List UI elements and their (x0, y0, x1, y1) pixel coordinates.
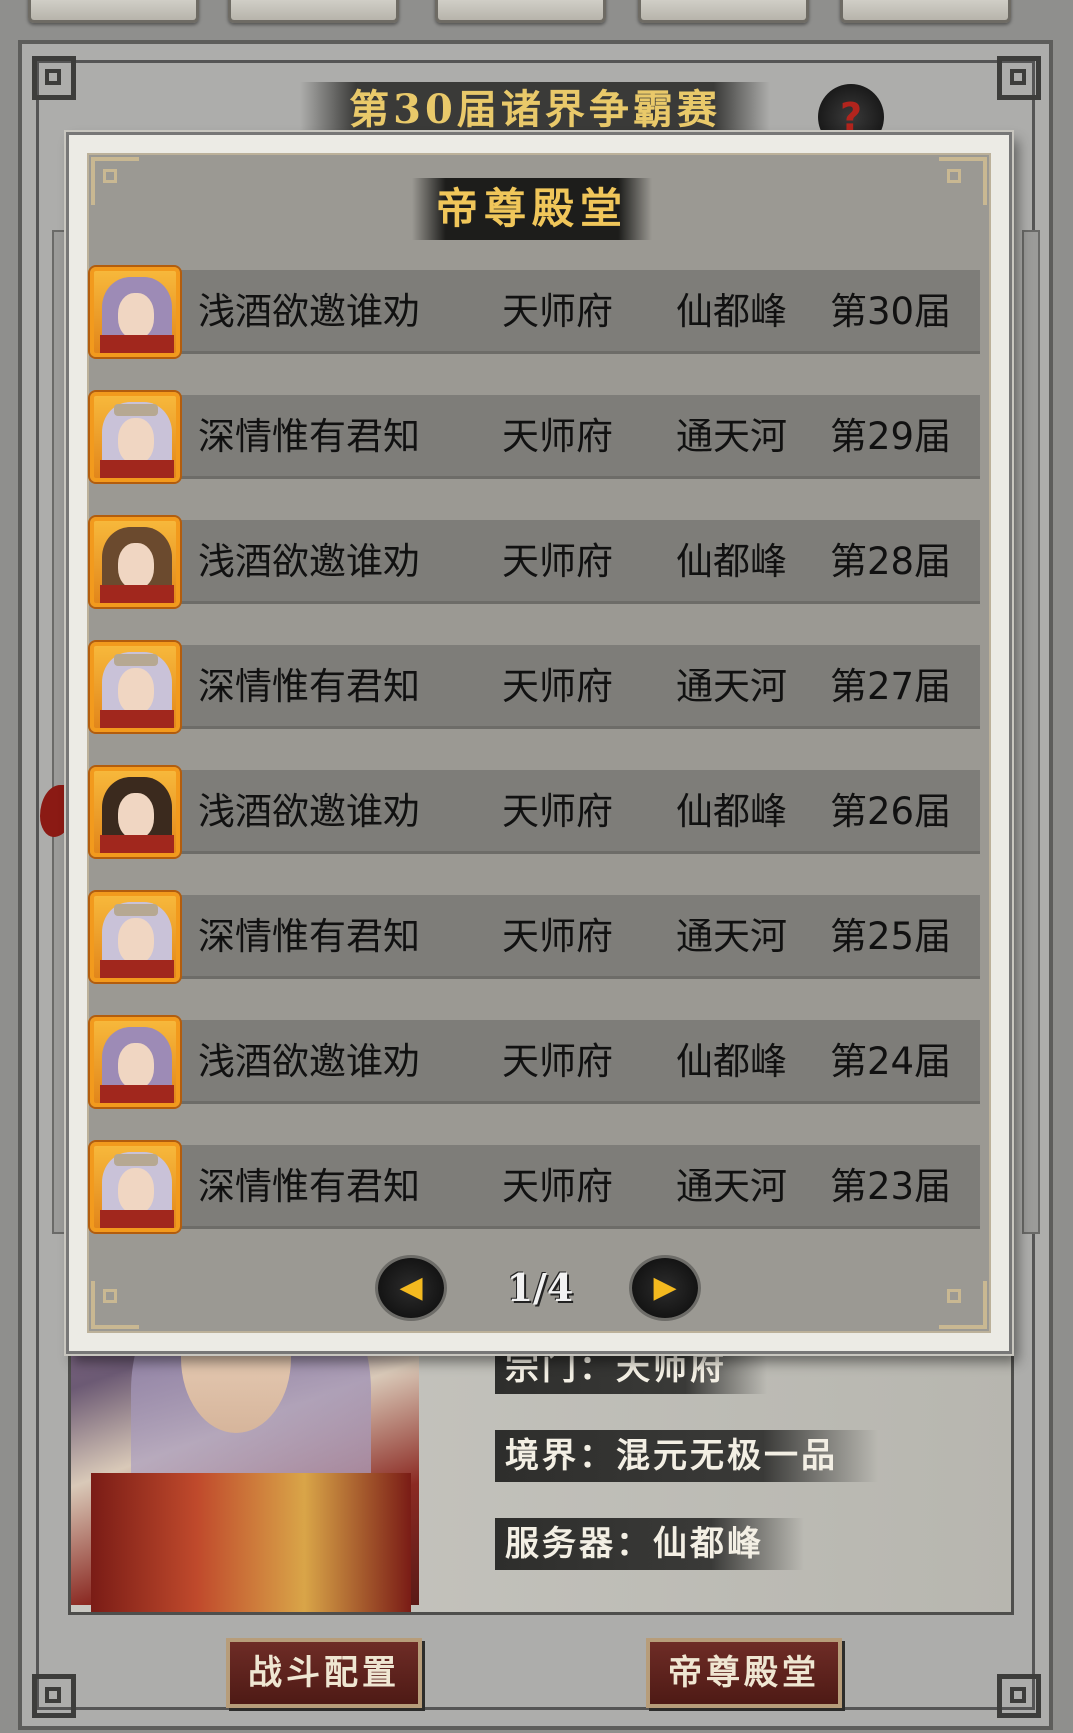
avatar-robe (100, 835, 174, 853)
champion-server: 仙都峰 (676, 290, 787, 333)
top-tab-bar (0, 0, 1073, 28)
champion-avatar[interactable] (90, 892, 180, 982)
top-tab-1[interactable] (28, 0, 199, 23)
character-server-line: 服务器：仙都峰 (495, 1518, 804, 1570)
page-indicator: 1/4 (506, 1265, 574, 1310)
popup-corner-ornament (939, 1281, 987, 1329)
champion-season: 第25届 (830, 915, 952, 958)
champion-server: 通天河 (676, 1165, 787, 1208)
frame-corner-ornament (32, 56, 76, 100)
avatar-crown (114, 404, 158, 416)
avatar-robe (100, 335, 174, 353)
champion-sect: 天师府 (502, 665, 613, 708)
champion-row[interactable]: 深情惟有君知 天师府 通天河 第23届 (90, 1142, 988, 1232)
champion-name: 深情惟有君知 (198, 915, 420, 958)
champion-server: 仙都峰 (676, 790, 787, 833)
avatar-face (118, 543, 154, 589)
champion-row[interactable]: 浅酒欲邀谁劝 天师府 仙都峰 第24届 (90, 1017, 988, 1107)
avatar-crown (114, 654, 158, 666)
champion-row[interactable]: 深情惟有君知 天师府 通天河 第25届 (90, 892, 988, 982)
avatar-robe (100, 960, 174, 978)
top-tab-5[interactable] (840, 0, 1011, 23)
champion-row[interactable]: 深情惟有君知 天师府 通天河 第27届 (90, 642, 988, 732)
avatar-robe (100, 710, 174, 728)
avatar-face (118, 793, 154, 839)
champion-row[interactable]: 深情惟有君知 天师府 通天河 第29届 (90, 392, 988, 482)
champion-name: 浅酒欲邀谁劝 (198, 540, 420, 583)
right-side-rail (1022, 230, 1040, 1234)
champion-sect: 天师府 (502, 1165, 613, 1208)
avatar-robe (100, 460, 174, 478)
popup-corner-ornament (91, 157, 139, 205)
portrait-robe (91, 1473, 411, 1612)
champion-season: 第26届 (830, 790, 952, 833)
avatar-robe (100, 1085, 174, 1103)
battle-config-button[interactable]: 战斗配置 (226, 1638, 422, 1708)
champion-server: 仙都峰 (676, 1040, 787, 1083)
avatar-robe (100, 585, 174, 603)
frame-corner-ornament (32, 1674, 76, 1718)
hall-of-emperors-button[interactable]: 帝尊殿堂 (646, 1638, 842, 1708)
champion-name: 浅酒欲邀谁劝 (198, 790, 420, 833)
popup-corner-ornament (91, 1281, 139, 1329)
champion-row[interactable]: 浅酒欲邀谁劝 天师府 仙都峰 第28届 (90, 517, 988, 607)
frame-corner-ornament (997, 1674, 1041, 1718)
avatar-face (118, 918, 154, 964)
top-tab-3[interactable] (435, 0, 606, 23)
champion-server: 通天河 (676, 665, 787, 708)
avatar-crown (114, 1154, 158, 1166)
avatar-face (118, 418, 154, 464)
avatar-crown (114, 904, 158, 916)
champion-avatar[interactable] (90, 392, 180, 482)
avatar-face (118, 1043, 154, 1089)
champion-sect: 天师府 (502, 1040, 613, 1083)
next-page-button[interactable]: ▶ (632, 1258, 698, 1318)
champion-sect: 天师府 (502, 915, 613, 958)
frame-corner-ornament (997, 56, 1041, 100)
champion-name: 深情惟有君知 (198, 415, 420, 458)
avatar-face (118, 1168, 154, 1214)
champion-avatar[interactable] (90, 642, 180, 732)
champion-sect: 天师府 (502, 540, 613, 583)
top-tab-4[interactable] (638, 0, 809, 23)
champion-season: 第23届 (830, 1165, 952, 1208)
champion-season: 第28届 (830, 540, 952, 583)
tournament-title: 第30届诸界争霸赛 (300, 82, 770, 138)
champion-sect: 天师府 (502, 790, 613, 833)
prev-page-button[interactable]: ◀ (378, 1258, 444, 1318)
champion-avatar[interactable] (90, 1142, 180, 1232)
champion-server: 通天河 (676, 415, 787, 458)
top-tab-2[interactable] (228, 0, 399, 23)
champion-avatar[interactable] (90, 517, 180, 607)
champion-server: 仙都峰 (676, 540, 787, 583)
champion-row[interactable]: 浅酒欲邀谁劝 天师府 仙都峰 第26届 (90, 767, 988, 857)
champion-name: 深情惟有君知 (198, 1165, 420, 1208)
avatar-face (118, 668, 154, 714)
popup-corner-ornament (939, 157, 987, 205)
champion-sect: 天师府 (502, 415, 613, 458)
champion-row[interactable]: 浅酒欲邀谁劝 天师府 仙都峰 第30届 (90, 267, 988, 357)
champion-avatar[interactable] (90, 1017, 180, 1107)
champion-server: 通天河 (676, 915, 787, 958)
champion-season: 第29届 (830, 415, 952, 458)
arrow-right-icon: ▶ (653, 1270, 677, 1305)
avatar-robe (100, 1210, 174, 1228)
champion-sect: 天师府 (502, 290, 613, 333)
champion-season: 第27届 (830, 665, 952, 708)
champion-name: 浅酒欲邀谁劝 (198, 290, 420, 333)
champion-season: 第30届 (830, 290, 952, 333)
champion-avatar[interactable] (90, 767, 180, 857)
character-realm-line: 境界：混元无极一品 (495, 1430, 878, 1482)
champion-avatar[interactable] (90, 267, 180, 357)
arrow-left-icon: ◀ (399, 1270, 423, 1305)
champion-name: 深情惟有君知 (198, 665, 420, 708)
champion-name: 浅酒欲邀谁劝 (198, 1040, 420, 1083)
avatar-face (118, 293, 154, 339)
champion-season: 第24届 (830, 1040, 952, 1083)
popup-title: 帝尊殿堂 (412, 178, 652, 240)
